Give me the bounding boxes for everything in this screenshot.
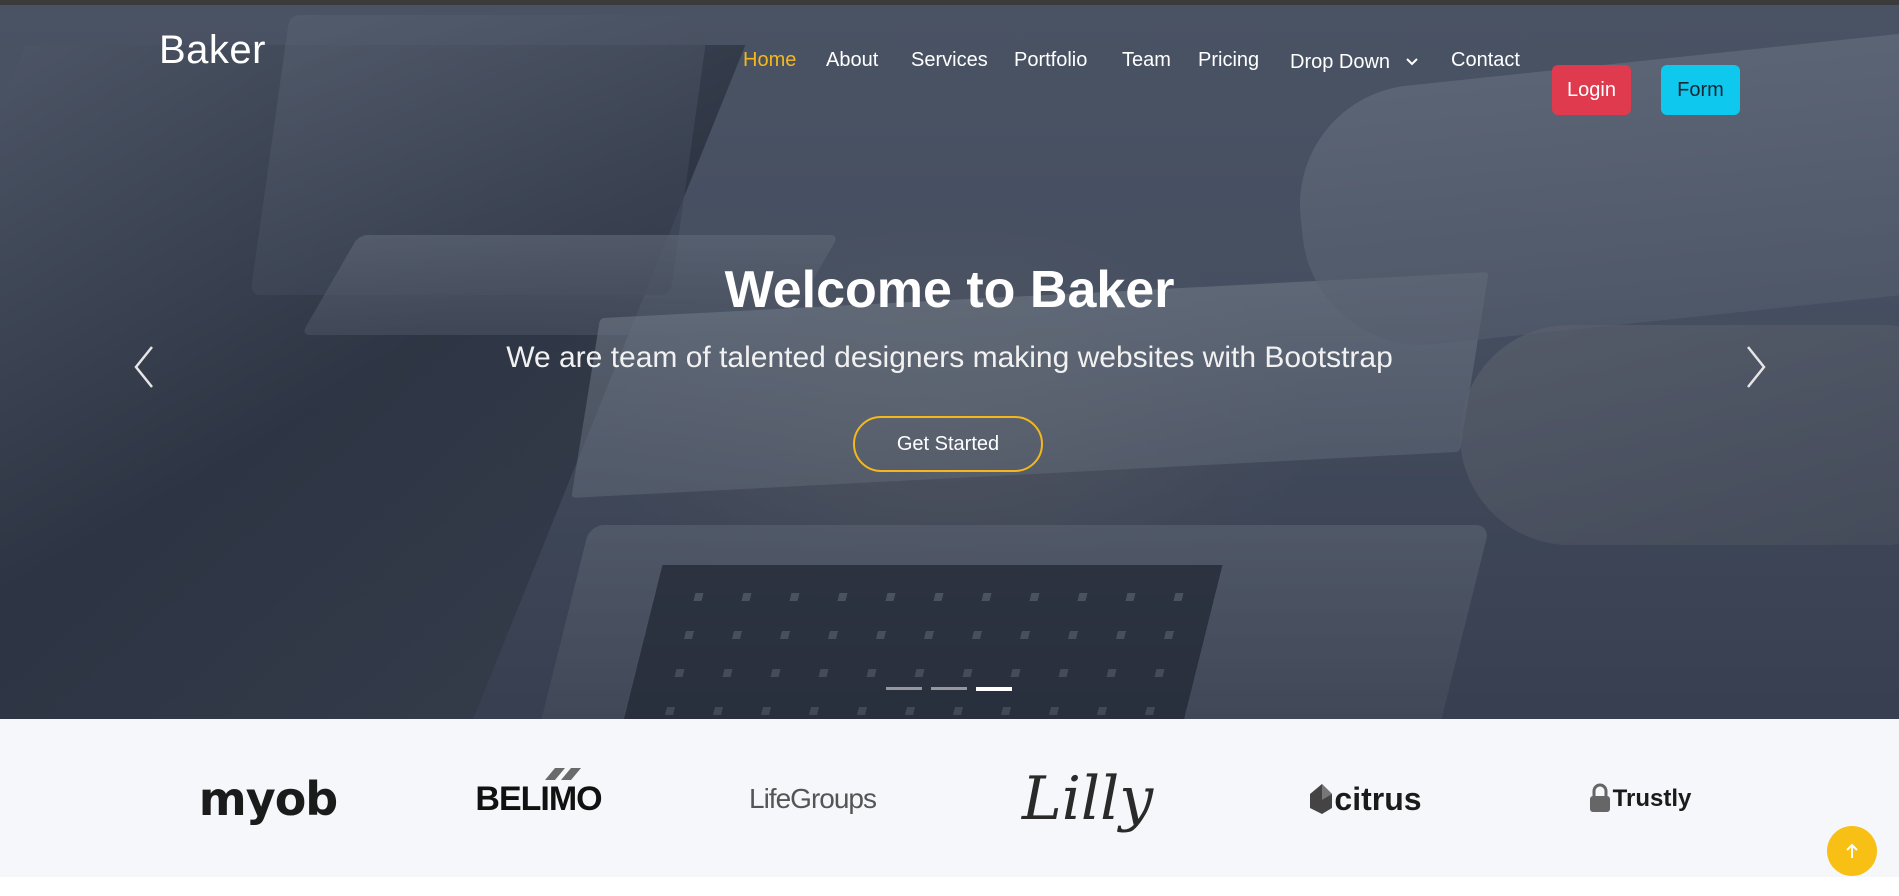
form-button[interactable]: Form	[1661, 65, 1740, 115]
myob-logo: myob	[198, 772, 338, 826]
carousel-next-button[interactable]	[1742, 343, 1772, 391]
trustly-logo-text: Trustly	[1612, 785, 1692, 812]
nav-item-contact[interactable]: Contact	[1451, 49, 1520, 72]
chevron-down-icon	[1405, 49, 1418, 72]
belimo-logo-text: BELIMO	[475, 779, 602, 818]
arrow-up-icon	[1846, 843, 1858, 858]
nav-item-dropdown-label: Drop Down	[1290, 51, 1391, 73]
client-logo-lifegroups: LifeGroups	[749, 759, 877, 839]
nav-item-portfolio[interactable]: Portfolio	[1014, 49, 1087, 72]
lifegroups-logo: LifeGroups	[749, 783, 877, 814]
back-to-top-button[interactable]	[1827, 826, 1877, 876]
client-logo-lilly: Lilly	[1022, 759, 1153, 839]
login-button[interactable]: Login	[1552, 65, 1631, 115]
chevron-left-icon	[134, 346, 153, 388]
client-logo-myob: myob	[199, 759, 338, 839]
hero-title: Welcome to Baker	[724, 261, 1175, 319]
hero-carousel: Baker Home About Services Portfolio Team…	[0, 5, 1899, 719]
belimo-mark-icon	[545, 767, 582, 780]
carousel-indicator-1[interactable]	[886, 687, 922, 690]
chevron-right-icon	[1747, 346, 1766, 388]
carousel-prev-button[interactable]	[128, 343, 158, 391]
client-logo-belimo: BELIMO	[475, 759, 603, 839]
client-logo-citrus: citrus	[1305, 759, 1425, 839]
nav-item-home[interactable]: Home	[743, 49, 796, 72]
nav-item-team[interactable]: Team	[1122, 49, 1171, 72]
lilly-logo: Lilly	[1021, 764, 1154, 834]
carousel-indicator-3[interactable]	[976, 687, 1012, 691]
clients-section: myob BELIMO LifeGroups Lilly citrus Trus…	[0, 719, 1899, 877]
brand-logo[interactable]: Baker	[159, 28, 266, 73]
nav-item-dropdown[interactable]: Drop Down	[1290, 49, 1418, 74]
nav-item-pricing[interactable]: Pricing	[1198, 49, 1259, 72]
carousel-indicator-2[interactable]	[931, 687, 967, 690]
citrus-logo-text: citrus	[1334, 780, 1422, 817]
get-started-button[interactable]: Get Started	[853, 416, 1043, 472]
client-logo-trustly: Trustly	[1579, 759, 1699, 839]
belimo-logo: BELIMO	[475, 767, 603, 819]
citrus-logo: citrus	[1308, 780, 1422, 818]
citrus-mark-icon	[1310, 784, 1333, 814]
nav-item-about[interactable]: About	[826, 49, 878, 72]
nav-item-services[interactable]: Services	[911, 49, 988, 72]
lock-icon	[1589, 783, 1610, 812]
hero-subtitle: We are team of talented designers making…	[506, 341, 1393, 374]
trustly-logo: Trustly	[1587, 782, 1692, 816]
